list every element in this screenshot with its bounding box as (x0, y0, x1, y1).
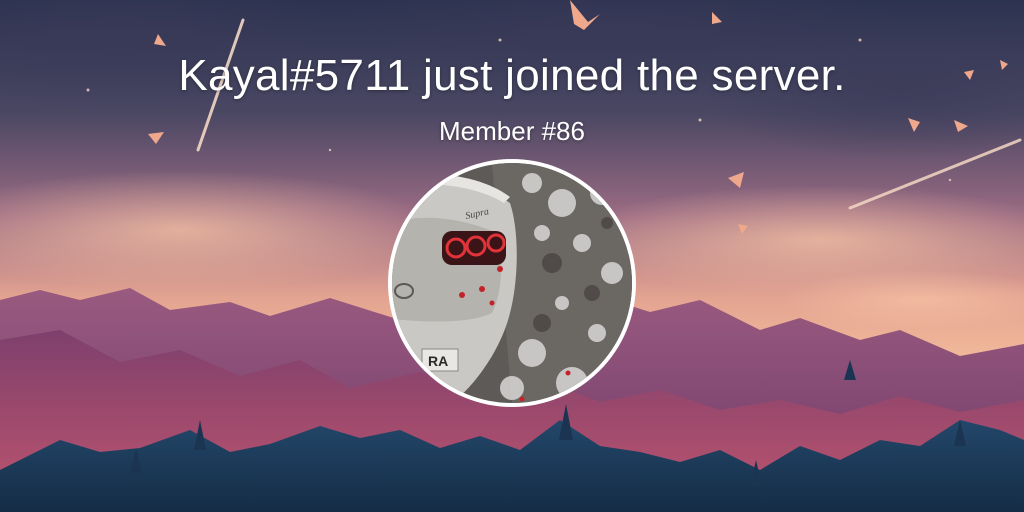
avatar-ring: RA Supra (388, 159, 636, 407)
plate-text: RA (428, 353, 448, 369)
avatar-image: RA Supra (392, 163, 632, 403)
avatar: RA Supra (392, 163, 632, 403)
member-count: Member #86 (439, 116, 585, 146)
welcome-card: Kayal#5711 just joined the server. Membe… (0, 0, 1024, 512)
welcome-title: Kayal#5711 just joined the server. (178, 51, 846, 100)
